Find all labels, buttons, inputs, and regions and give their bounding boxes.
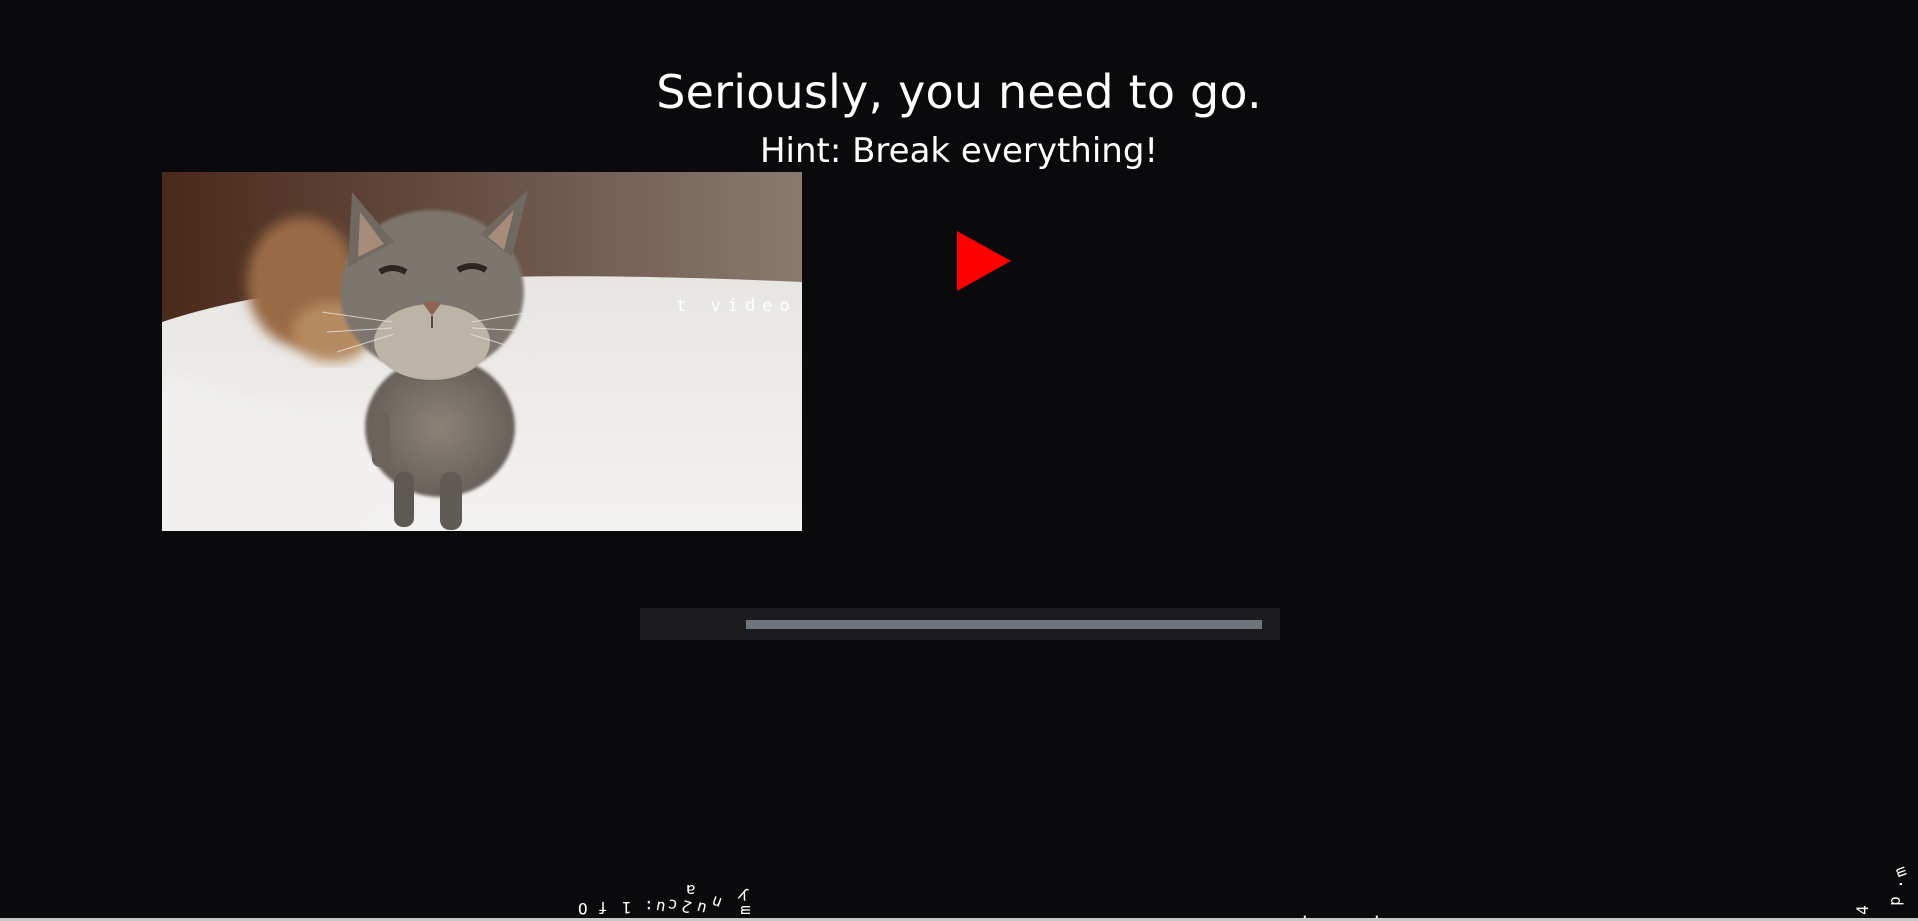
hint-text: Hint: Break everything! — [759, 131, 1159, 171]
scatter-char: 4 — [1852, 905, 1872, 915]
scatter-char: y — [734, 885, 751, 908]
scatter-char: f — [598, 898, 608, 917]
scatter-char: a — [686, 881, 696, 900]
cat-image — [162, 172, 802, 531]
play-button[interactable] — [957, 231, 1011, 291]
scatter-char: u — [654, 897, 668, 918]
scatter-char: : — [644, 897, 654, 916]
play-icon — [957, 231, 1011, 291]
scatter-char: . — [1886, 879, 1906, 889]
scatter-char: O — [578, 899, 588, 918]
progress-track-inner — [746, 620, 1262, 629]
scatter-char: n — [708, 891, 725, 914]
scatter-char: c — [666, 895, 680, 916]
scatter-char: m — [734, 905, 754, 915]
progress-bar[interactable] — [640, 608, 1280, 640]
scatter-char: u — [694, 898, 709, 919]
scatter-char: p — [1884, 896, 1904, 906]
scatter-char: m — [1889, 864, 1911, 880]
cat-photo[interactable] — [162, 172, 802, 531]
page-title: Seriously, you need to go. — [656, 65, 1262, 119]
video-label: t video — [676, 296, 797, 316]
scatter-char: 1 — [622, 898, 632, 917]
page-root: Seriously, you need to go. Hint: Break e… — [0, 0, 1918, 921]
progress-fill — [746, 620, 1262, 629]
